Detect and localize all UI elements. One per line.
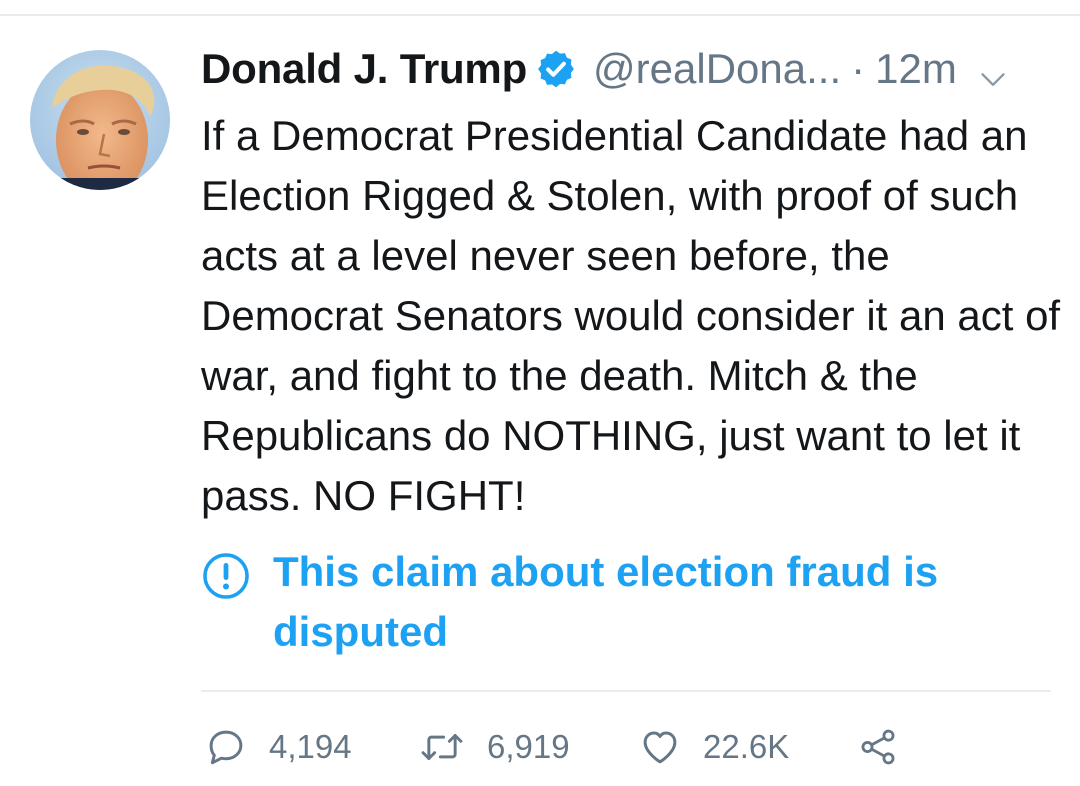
display-name[interactable]: Donald J. Trump <box>201 45 527 93</box>
timestamp[interactable]: 12m <box>875 45 957 93</box>
tweet-header: Donald J. Trump @realDona... · 12m <box>201 36 1061 102</box>
top-divider <box>0 14 1080 16</box>
chevron-down-icon[interactable] <box>979 55 1007 87</box>
retweet-button[interactable]: 6,919 <box>419 722 570 772</box>
disputed-claim-notice[interactable]: This claim about election fraud is dispu… <box>201 542 1051 662</box>
disputed-claim-label[interactable]: This claim about election fraud is dispu… <box>273 542 993 662</box>
meta-separator: · <box>851 45 866 92</box>
tweet-body: Donald J. Trump @realDona... · 12m If a … <box>201 36 1061 526</box>
share-button[interactable] <box>857 722 899 772</box>
actions-divider <box>201 690 1051 692</box>
heart-icon <box>639 726 681 768</box>
verified-badge-icon <box>535 48 577 90</box>
avatar[interactable] <box>30 50 170 190</box>
reply-button[interactable]: 4,194 <box>205 722 352 772</box>
retweet-count: 6,919 <box>487 728 570 765</box>
user-handle[interactable]: @realDona... <box>593 45 841 93</box>
tweet-text: If a Democrat Presidential Candidate had… <box>201 112 1072 519</box>
tweet-actions: 4,194 6,919 22.6K <box>201 722 1051 772</box>
like-button[interactable]: 22.6K <box>639 722 789 772</box>
share-icon <box>857 726 899 768</box>
like-count: 22.6K <box>703 728 790 765</box>
reply-count: 4,194 <box>269 728 352 765</box>
reply-icon <box>205 726 247 768</box>
avatar-image <box>30 50 170 190</box>
retweet-icon <box>419 726 465 768</box>
exclamation-circle-icon <box>201 551 251 601</box>
